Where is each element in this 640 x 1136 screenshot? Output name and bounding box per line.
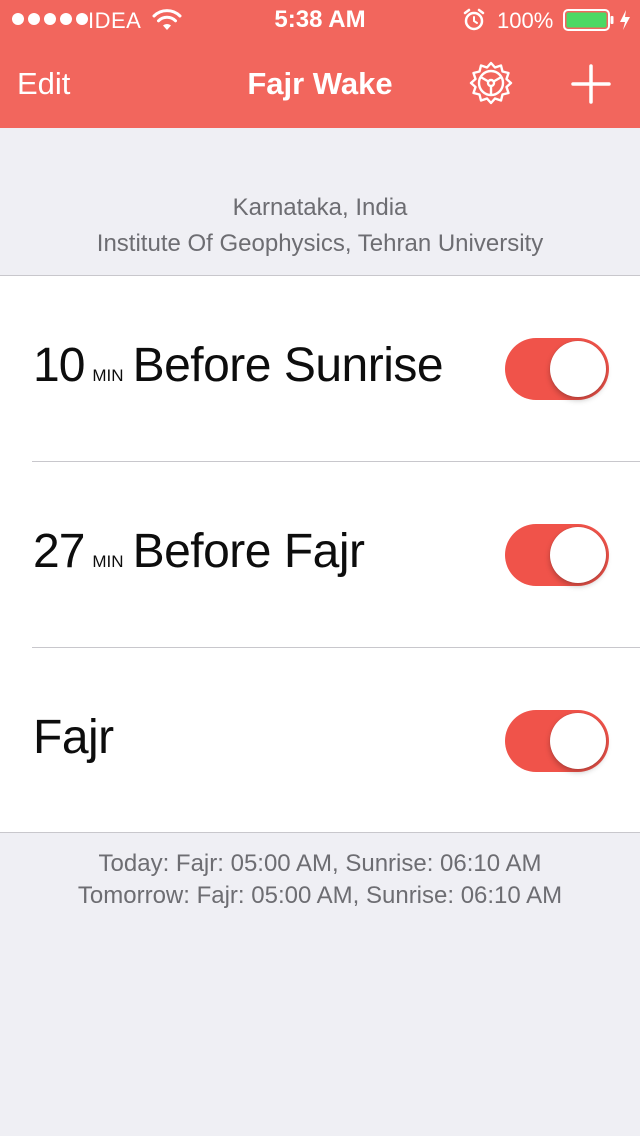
tomorrow-times: Tomorrow: Fajr: 05:00 AM, Sunrise: 06:10… bbox=[77, 882, 563, 909]
alarm-row[interactable]: 27 MIN Before Fajr bbox=[0, 462, 640, 648]
alarm-unit: MIN bbox=[92, 552, 124, 571]
app-header: IDEA 5:38 AM 100% Edit Fajr Wake bbox=[0, 0, 640, 128]
location-region: Karnataka, India bbox=[232, 194, 408, 221]
battery-percentage: 100% bbox=[497, 8, 554, 33]
gear-icon[interactable] bbox=[466, 60, 516, 110]
charging-bolt-icon bbox=[620, 10, 630, 30]
alarm-name: Before Fajr bbox=[132, 525, 365, 578]
prayer-times-summary: Today: Fajr: 05:00 AM, Sunrise: 06:10 AM… bbox=[0, 848, 640, 912]
edit-button[interactable]: Edit bbox=[17, 66, 70, 102]
toggle-knob bbox=[550, 713, 606, 769]
alarm-label: Fajr bbox=[33, 710, 114, 770]
location-header: Karnataka, India Institute Of Geophysics… bbox=[0, 190, 640, 262]
add-alarm-button[interactable] bbox=[569, 62, 613, 106]
alarm-row[interactable]: Fajr bbox=[0, 648, 640, 834]
alarm-unit: MIN bbox=[92, 366, 124, 385]
alarm-row[interactable]: 10 MIN Before Sunrise bbox=[0, 276, 640, 462]
toggle-knob bbox=[550, 341, 606, 397]
alarm-toggle[interactable] bbox=[505, 710, 609, 772]
calculation-method: Institute Of Geophysics, Tehran Universi… bbox=[96, 230, 544, 257]
navigation-bar: Edit Fajr Wake bbox=[0, 40, 640, 128]
today-times: Today: Fajr: 05:00 AM, Sunrise: 06:10 AM bbox=[98, 850, 542, 877]
app-screen: IDEA 5:38 AM 100% Edit Fajr Wake Karnata… bbox=[0, 0, 640, 1136]
alarm-minutes: 10 bbox=[33, 339, 85, 392]
alarm-clock-icon bbox=[463, 8, 485, 31]
alarm-toggle[interactable] bbox=[505, 524, 609, 586]
battery-icon bbox=[563, 9, 614, 31]
alarm-label: 27 MIN Before Fajr bbox=[33, 524, 365, 584]
alarm-name: Before Sunrise bbox=[132, 339, 444, 392]
status-bar: IDEA 5:38 AM 100% bbox=[0, 0, 640, 40]
alarm-minutes: 27 bbox=[33, 525, 85, 578]
alarm-list: 10 MIN Before Sunrise 27 MIN Before Fajr… bbox=[0, 275, 640, 833]
alarm-name: Fajr bbox=[33, 711, 114, 764]
alarm-toggle[interactable] bbox=[505, 338, 609, 400]
alarm-label: 10 MIN Before Sunrise bbox=[33, 338, 444, 398]
toggle-knob bbox=[550, 527, 606, 583]
page-title: Fajr Wake bbox=[247, 66, 393, 101]
